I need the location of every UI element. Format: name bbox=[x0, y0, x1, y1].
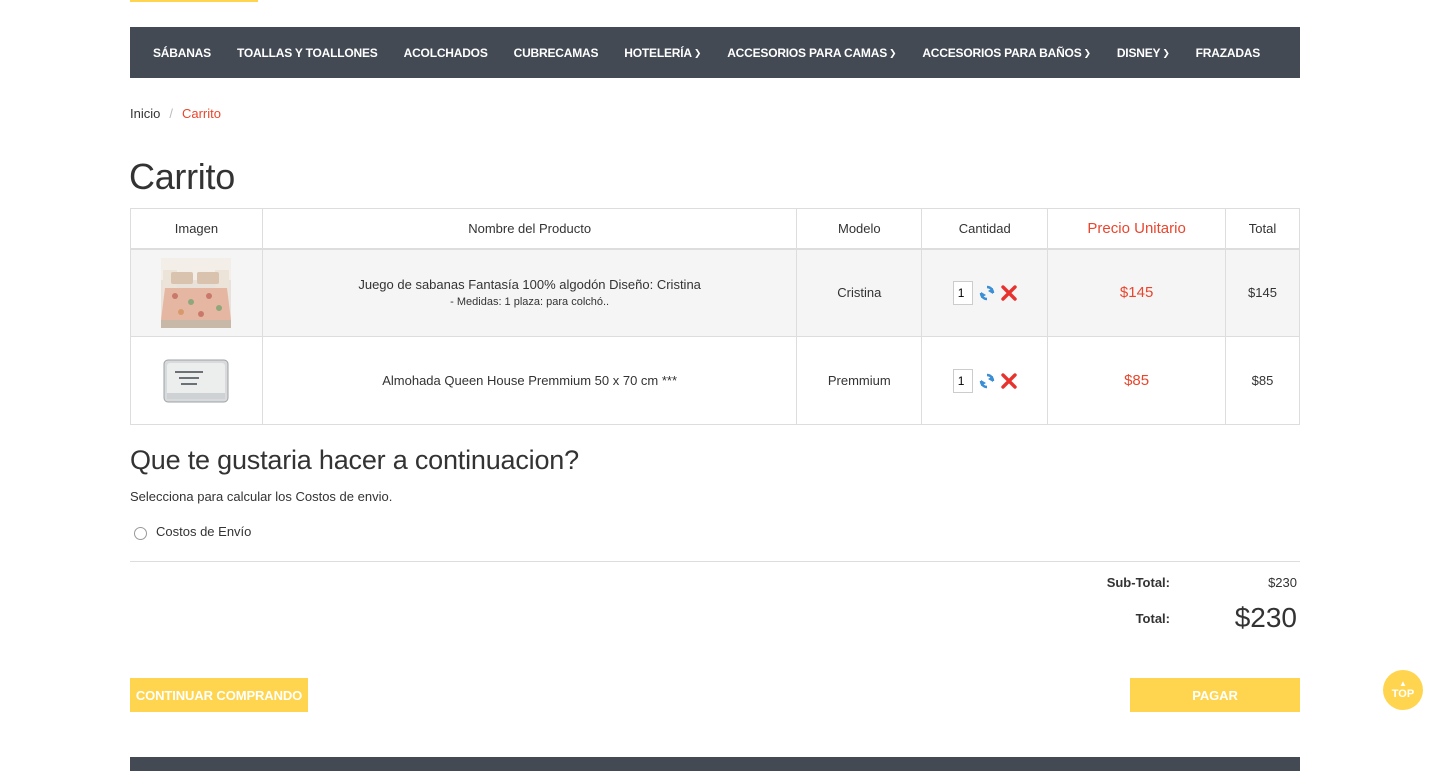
row-total: $145 bbox=[1225, 248, 1300, 337]
top-accent-strip bbox=[130, 0, 258, 2]
back-to-top-button[interactable]: ▲ TOP bbox=[1383, 670, 1423, 710]
product-image-cell bbox=[130, 336, 263, 425]
nav-item-toallas[interactable]: TOALLAS Y TOALLONES bbox=[224, 46, 391, 60]
chevron-down-icon: ❯ bbox=[889, 48, 897, 58]
product-model: Premmium bbox=[796, 336, 923, 425]
remove-icon[interactable] bbox=[1001, 372, 1017, 389]
chevron-down-icon: ❯ bbox=[693, 48, 702, 58]
nav-item-label: ACCESORIOS PARA BAÑOS bbox=[922, 45, 1082, 60]
page-title: Carrito bbox=[129, 156, 235, 197]
cart-table: Imagen Nombre del Producto Modelo Cantid… bbox=[130, 208, 1300, 425]
quantity-input[interactable] bbox=[952, 280, 973, 305]
nav-item-hoteleria[interactable]: HOTELERÍA ❯ bbox=[611, 46, 714, 60]
header-unit-price: Precio Unitario bbox=[1047, 208, 1227, 250]
product-name-link[interactable]: Almohada Queen House Premmium 50 x 70 cm… bbox=[263, 373, 796, 388]
refresh-icon[interactable] bbox=[979, 373, 995, 389]
nav-item-label: TOALLAS Y TOALLONES bbox=[236, 45, 378, 60]
row-total: $85 bbox=[1225, 336, 1300, 425]
product-image-cell bbox=[130, 248, 263, 337]
nav-item-sabanas[interactable]: SÁBANAS bbox=[140, 46, 224, 60]
chevron-down-icon: ❯ bbox=[1083, 48, 1092, 58]
bed-sheets-photo-icon[interactable] bbox=[161, 257, 232, 328]
nav-item-label: ACOLCHADOS bbox=[403, 45, 488, 60]
nav-item-disney[interactable]: DISNEY ❯ bbox=[1104, 46, 1183, 60]
total-value: $230 bbox=[1234, 602, 1297, 633]
header-image: Imagen bbox=[130, 208, 263, 250]
chevron-down-icon: ❯ bbox=[1162, 48, 1170, 58]
nav-item-acolchados[interactable]: ACOLCHADOS bbox=[391, 46, 501, 60]
unit-price: $85 bbox=[1047, 336, 1227, 425]
product-name-cell: Juego de sabanas Fantasía 100% algodón D… bbox=[261, 248, 798, 337]
table-row: Almohada Queen House Premmium 50 x 70 cm… bbox=[130, 336, 1300, 425]
nav-item-frazadas[interactable]: FRAZADAS bbox=[1183, 46, 1273, 60]
product-option: - Medidas: 1 plaza: para colchó.. bbox=[450, 296, 610, 309]
refresh-icon[interactable] bbox=[979, 285, 995, 301]
nav-item-label: SÁBANAS bbox=[153, 45, 211, 60]
header-model: Modelo bbox=[796, 208, 923, 250]
unit-price: $145 bbox=[1047, 248, 1227, 337]
nav-item-label: FRAZADAS bbox=[1195, 45, 1261, 60]
subtotal-value: $230 bbox=[1268, 575, 1297, 590]
nav-item-accesorios-banos[interactable]: ACCESORIOS PARA BAÑOS ❯ bbox=[909, 46, 1104, 60]
subtotal-label: Sub-Total: bbox=[1106, 575, 1170, 590]
next-steps-heading: Que te gustaria hacer a continuacion? bbox=[130, 445, 579, 475]
quantity-cell bbox=[921, 248, 1049, 337]
totals-divider bbox=[130, 561, 1300, 562]
nav-item-label: ACCESORIOS PARA CAMAS bbox=[727, 45, 887, 60]
nav-item-accesorios-camas[interactable]: ACCESORIOS PARA CAMAS ❯ bbox=[714, 46, 909, 60]
quantity-input[interactable] bbox=[952, 368, 973, 393]
header-product-name: Nombre del Producto bbox=[261, 208, 798, 250]
header-total: Total bbox=[1225, 208, 1300, 250]
nav-item-label: DISNEY bbox=[1116, 45, 1161, 60]
nav-item-label: CUBRECAMAS bbox=[513, 45, 599, 60]
breadcrumb-home-link[interactable]: Inicio bbox=[130, 106, 160, 121]
table-row: Juego de sabanas Fantasía 100% algodón D… bbox=[130, 248, 1300, 337]
main-navbar: SÁBANAS TOALLAS Y TOALLONES ACOLCHADOS C… bbox=[130, 27, 1300, 78]
back-to-top-label: TOP bbox=[1391, 688, 1415, 700]
header-quantity: Cantidad bbox=[921, 208, 1049, 250]
shipping-cost-label: Costos de Envío bbox=[156, 524, 252, 539]
breadcrumb-current-link[interactable]: Carrito bbox=[182, 106, 221, 121]
remove-icon[interactable] bbox=[1001, 285, 1017, 301]
shipping-cost-option[interactable]: Costos de Envío bbox=[134, 523, 251, 540]
continue-shopping-button[interactable]: CONTINUAR COMPRANDO bbox=[130, 678, 308, 712]
chevron-up-icon: ▲ bbox=[1399, 679, 1407, 688]
breadcrumb: Inicio / Carrito bbox=[130, 106, 221, 121]
quantity-cell bbox=[921, 336, 1049, 425]
shipping-cost-radio[interactable] bbox=[134, 527, 147, 540]
pillow-photo-icon[interactable] bbox=[163, 358, 230, 403]
nav-item-cubrecamas[interactable]: CUBRECAMAS bbox=[501, 46, 612, 60]
table-header-row: Imagen Nombre del Producto Modelo Cantid… bbox=[130, 208, 1300, 250]
nav-item-label: HOTELERÍA bbox=[624, 45, 692, 60]
product-model: Cristina bbox=[796, 248, 923, 337]
breadcrumb-separator: / bbox=[169, 106, 173, 121]
footer-bar bbox=[130, 757, 1300, 771]
product-name-cell: Almohada Queen House Premmium 50 x 70 cm… bbox=[261, 336, 798, 425]
product-name-link[interactable]: Juego de sabanas Fantasía 100% algodón D… bbox=[263, 277, 796, 292]
pay-button[interactable]: PAGAR bbox=[1130, 678, 1300, 712]
next-steps-help-text: Selecciona para calcular los Costos de e… bbox=[130, 489, 393, 504]
